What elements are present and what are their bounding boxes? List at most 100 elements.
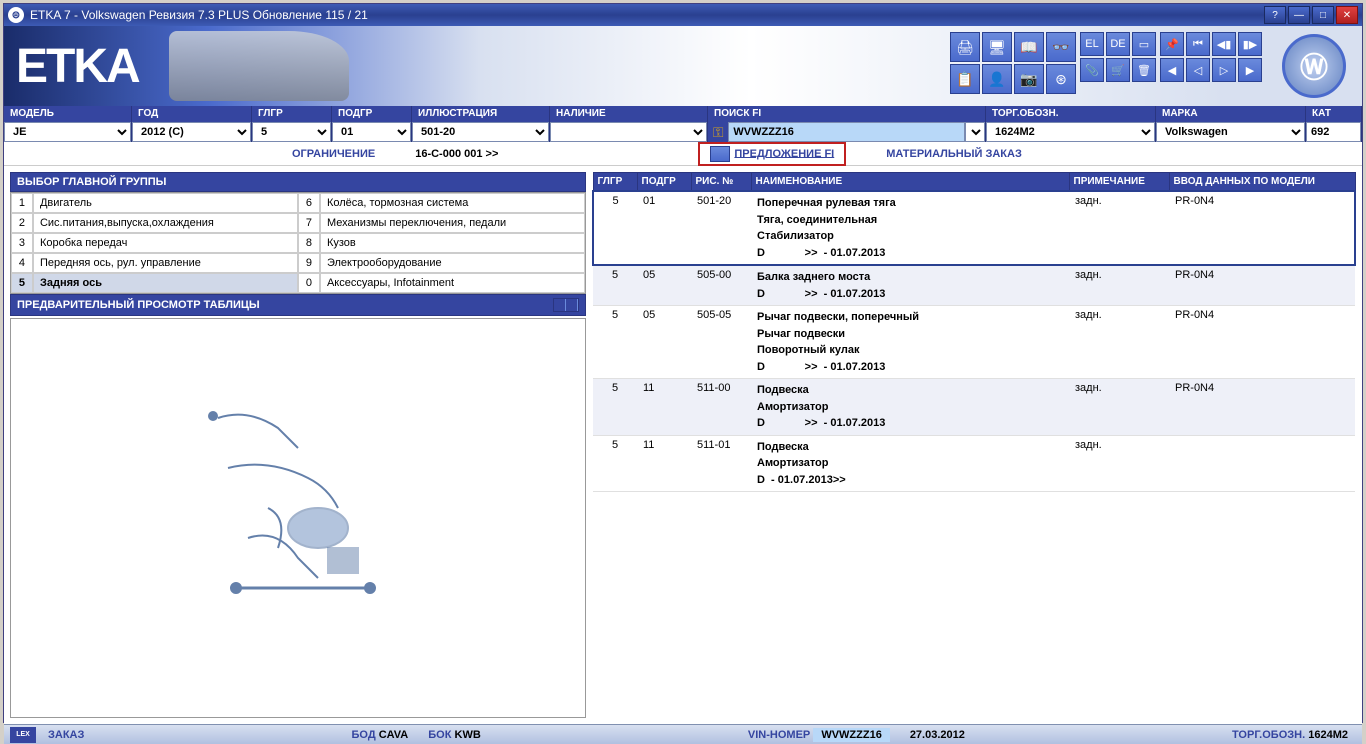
etka-logo: ETKA [16,39,139,94]
col-model[interactable]: ВВОД ДАННЫХ ПО МОДЕЛИ [1169,173,1355,192]
vw-logo: Ⓦ [1282,34,1346,98]
offer-link[interactable]: ПРЕДЛОЖЕНИЕ FI [698,142,846,166]
prev-page-icon[interactable]: ◀▮ [1212,32,1236,56]
preview-box [10,318,586,718]
col-fig[interactable]: РИС. № [691,173,751,192]
group-num[interactable]: 2 [11,213,33,233]
cat-label: КАТ [1306,106,1361,122]
maximize-button[interactable]: □ [1312,6,1334,24]
trade-select[interactable]: 1624M2 [986,122,1155,142]
book-icon[interactable]: 📖 [1014,32,1044,62]
parts-table: ГЛГР ПОДГР РИС. № НАИМЕНОВАНИЕ ПРИМЕЧАНИ… [592,172,1356,492]
table-row[interactable]: 511511-00ПодвескаАмортизаторD >> - 01.07… [593,379,1355,436]
group-num[interactable]: 4 [11,253,33,273]
group-num[interactable]: 0 [298,273,320,293]
depot-icon[interactable]: DE [1106,32,1130,56]
glgr-select[interactable]: 5 [252,122,331,142]
forward-icon[interactable]: ▶ [1238,58,1262,82]
search-icon[interactable]: 👓 [1046,32,1076,62]
group-item[interactable]: Аксессуары, Infotainment [320,273,585,293]
window-icon[interactable]: ▭ [1132,32,1156,56]
col-name[interactable]: НАИМЕНОВАНИЕ [751,173,1069,192]
copy-icon[interactable]: 📋 [950,64,980,94]
prev-icon[interactable]: ◁ [1186,58,1210,82]
podgr-select[interactable]: 01 [332,122,411,142]
car-image [169,31,349,101]
cat-input[interactable] [1306,122,1361,142]
group-num[interactable]: 9 [298,253,320,273]
group-item[interactable]: Задняя ось [33,273,298,293]
search-label: ПОИСК FI [708,106,985,122]
list-icon [710,146,730,162]
illust-label: ИЛЛЮСТРАЦИЯ [412,106,549,122]
group-num[interactable]: 5 [11,273,33,293]
group-item[interactable]: Сис.питания,выпуска,охлаждения [33,213,298,233]
stock-label: НАЛИЧИЕ [550,106,707,122]
table-row[interactable]: 511511-01ПодвескаАмортизаторD - 01.07.20… [593,435,1355,492]
group-num[interactable]: 6 [298,193,320,213]
group-header: ВЫБОР ГЛАВНОЙ ГРУППЫ [10,172,586,192]
brand-select[interactable]: Volkswagen [1156,122,1305,142]
field-row: МОДЕЛЬ JE ГОД 2012 (C) ГЛГР 5 ПОДГР 01 И… [4,106,1362,142]
podgr-label: ПОДГР [332,106,411,122]
header-band: ETKA 🖨 🖥 📖 👓 📋 👤 📷 ⊛ EL [4,26,1362,106]
group-item[interactable]: Передняя ось, рул. управление [33,253,298,273]
group-num[interactable]: 7 [298,213,320,233]
col-podgr[interactable]: ПОДГР [637,173,691,192]
trade-label: ТОРГ.ОБОЗН. [986,106,1155,122]
col-glgr[interactable]: ГЛГР [593,173,637,192]
app-icon: ⊜ [8,7,24,23]
minimize-button[interactable]: — [1288,6,1310,24]
group-num[interactable]: 1 [11,193,33,213]
material-link[interactable]: МАТЕРИАЛЬНЫЙ ЗАКАЗ [886,148,1022,160]
nora-icon[interactable]: 👤 [982,64,1012,94]
search-input[interactable] [728,122,965,142]
model-select[interactable]: JE [4,122,131,142]
group-item[interactable]: Кузов [320,233,585,253]
restriction-value: 16-C-000 001 >> [415,148,498,160]
table-row[interactable]: 505505-00Балка заднего мостаD >> - 01.07… [593,265,1355,306]
elsa-icon[interactable]: EL [1080,32,1104,56]
glgr-label: ГЛГР [252,106,331,122]
window-title: ETKA 7 - Volkswagen Ревизия 7.3 PLUS Обн… [30,8,1264,22]
clipboard-icon[interactable]: 📎 [1080,58,1104,82]
col-note[interactable]: ПРИМЕЧАНИЕ [1069,173,1169,192]
cart-icon[interactable]: 🛒 [1106,58,1130,82]
group-item[interactable]: Колёса, тормозная система [320,193,585,213]
group-item[interactable]: Коробка передач [33,233,298,253]
close-button[interactable]: ✕ [1336,6,1358,24]
lexcom-logo: LEX [10,727,36,743]
pin-icon[interactable]: 📌 [1160,32,1184,56]
group-item[interactable]: Электрооборудование [320,253,585,273]
group-item[interactable]: Двигатель [33,193,298,213]
group-num[interactable]: 3 [11,233,33,253]
group-item[interactable]: Механизмы переключения, педали [320,213,585,233]
search-dropdown[interactable] [965,122,985,142]
table-row[interactable]: 505505-05Рычаг подвески, поперечныйРычаг… [593,306,1355,379]
stock-select[interactable] [550,122,707,142]
help-button[interactable]: ? [1264,6,1286,24]
toolbar: 🖨 🖥 📖 👓 📋 👤 📷 ⊛ EL DE ▭ [950,32,1262,94]
first-icon[interactable]: ⏮ [1186,32,1210,56]
order-link[interactable]: ЗАКАЗ [48,729,84,741]
diagram-image [188,378,408,658]
print-icon[interactable]: 🖨 [950,32,980,62]
year-select[interactable]: 2012 (C) [132,122,251,142]
next-page-icon[interactable]: ▮▶ [1238,32,1262,56]
monitor-icon[interactable]: 🖥 [982,32,1012,62]
camera-icon[interactable]: 📷 [1014,64,1044,94]
footer: LEX ЗАКАЗ БОД CAVA БОК KWB VIN-НОМЕР WVW… [4,724,1362,744]
preview-header: ПРЕДВАРИТЕЛЬНЫЙ ПРОСМОТР ТАБЛИЦЫ [10,294,586,316]
year-label: ГОД [132,106,251,122]
brand-label: МАРКА [1156,106,1305,122]
next-icon[interactable]: ▷ [1212,58,1236,82]
film-icon[interactable]: ⊛ [1046,64,1076,94]
illust-select[interactable]: 501-20 [412,122,549,142]
model-label: МОДЕЛЬ [4,106,131,122]
back-icon[interactable]: ◀ [1160,58,1184,82]
table-row[interactable]: 501501-20Поперечная рулевая тягаТяга, со… [593,191,1355,265]
preview-toggle[interactable] [553,298,579,312]
group-num[interactable]: 8 [298,233,320,253]
trash-icon[interactable]: 🗑 [1132,58,1156,82]
restriction-label[interactable]: ОГРАНИЧЕНИЕ [292,148,375,160]
